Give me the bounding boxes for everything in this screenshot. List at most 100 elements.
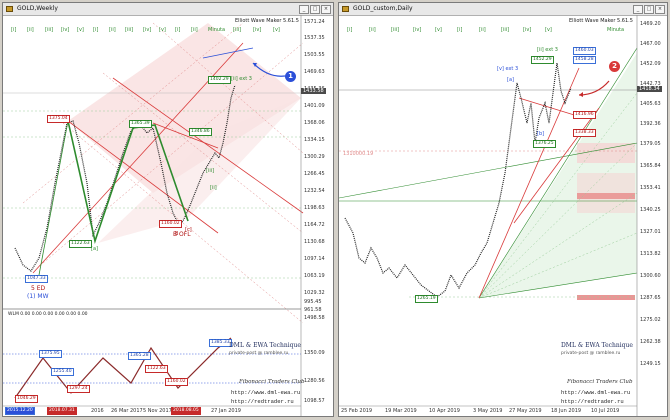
brand-url-1[interactable]: http://www.dml-ewa.ru xyxy=(231,389,300,396)
daily-chart-window[interactable]: GOLD_custom,Daily _ □ × Elliott Wave Mak… xyxy=(338,2,668,417)
sub-axis-tick: 1350.09 xyxy=(304,350,325,356)
price-tick: 1029.32 xyxy=(304,290,325,296)
brand-url-2[interactable]: http://redtrader.ru xyxy=(231,398,294,405)
current-price-marker: 1433.58 xyxy=(301,88,326,94)
time-tick: 2016 xyxy=(91,408,104,414)
time-tick: 2015.12.20 xyxy=(5,407,35,415)
wave-top-11: [i] xyxy=(175,27,181,33)
daily-brand-title: DML & EWA Technique xyxy=(561,342,633,349)
sub-indicator-zigzag xyxy=(14,337,232,399)
sub-value-e: 1122.63 xyxy=(145,365,168,373)
daily-wave-top-6: [i] xyxy=(457,27,463,33)
marker-2: 2 xyxy=(609,61,620,72)
wave-top-5: [v] xyxy=(77,27,84,33)
price-tick: 1232.54 xyxy=(304,188,325,194)
daily-wave-top-3: [iii] xyxy=(391,27,400,33)
daily-left-level: 1310000.19 xyxy=(343,151,374,157)
daily-brand-url-2[interactable]: http://redtrader.ru xyxy=(561,398,624,405)
sub-value-a: 1375.95 xyxy=(39,350,62,358)
daily-price-1458: 1458.28 xyxy=(573,56,596,64)
price-tick: 961.58 xyxy=(304,307,322,313)
daily-wave-top-7: [ii] xyxy=(479,27,486,33)
daily-minuta-label: Minuta xyxy=(607,27,625,33)
minuta-label: Minuta xyxy=(208,27,226,33)
sub-value-b: 1255.40 xyxy=(51,368,74,376)
top-price-label: 1402.29 xyxy=(208,76,231,84)
brand-script: Fibonacci Traders Club xyxy=(239,379,305,385)
daily-price-1416: 1416.96 xyxy=(573,111,596,119)
price-tick: 1571.24 xyxy=(304,19,325,25)
price-tick: 1063.19 xyxy=(304,273,325,279)
daily-price-tick: 1300.60 xyxy=(640,273,661,279)
wave-top-13: [iii] xyxy=(233,27,242,33)
daily-wave-top-5: [v] xyxy=(435,27,442,33)
weekly-indicator-label: Elliott Wave Maker 5.61.5 xyxy=(235,18,299,24)
wave-top-7: [ii] xyxy=(109,27,116,33)
daily-price-tick: 1353.41 xyxy=(640,185,661,191)
daily-wave-top-4: [iv] xyxy=(413,27,422,33)
price-tick: 1537.35 xyxy=(304,35,325,41)
daily-current-price-marker: 1418.34 xyxy=(637,86,662,92)
sub-indicator-label: WLM 0.00 0.00 0.00 0.00 0.00 0.00 xyxy=(8,312,88,317)
daily-wave-b: [b] xyxy=(537,131,545,137)
price-tick: 1198.63 xyxy=(304,205,325,211)
sub-value-f: 1046.29 xyxy=(15,395,38,403)
wave-top-15: [v] xyxy=(273,27,280,33)
daily-price-1460: 1460.03 xyxy=(573,47,596,55)
wave-top-12: [ii] xyxy=(191,27,198,33)
daily-price-1338: 1338.33 xyxy=(573,129,596,137)
daily-top-label: 1452.29 xyxy=(531,56,554,64)
price-1122: 1122.63 xyxy=(69,240,92,248)
time-tick: 2018.08.05 xyxy=(171,407,201,415)
price-tick: 1401.09 xyxy=(304,103,325,109)
wave-top-1: [i] xyxy=(11,27,17,33)
wave-a-label: [a] xyxy=(91,246,98,252)
sub-axis-tick: 1280.56 xyxy=(304,378,325,384)
marker-1: 1 xyxy=(285,71,296,82)
price-1047: 1047.33 xyxy=(25,275,48,283)
wave-iii-label: [iii] xyxy=(206,168,215,174)
daily-brand-url-1[interactable]: http://www.dml-ewa.ru xyxy=(561,389,630,396)
price-tick: 1368.06 xyxy=(304,120,325,126)
daily-price-tick: 1379.05 xyxy=(640,141,661,147)
daily-low-label: 1265.19 xyxy=(415,295,438,303)
sub-value-c: 1365.28 xyxy=(128,352,151,360)
brand-title: DML & EWA Technique xyxy=(229,342,301,349)
wave-top-3: [iii] xyxy=(45,27,54,33)
daily-wave-a: [a] xyxy=(507,77,514,83)
daily-time-tick: 10 Apr 2019 xyxy=(429,408,460,414)
daily-v-ext-label: [v] ext 3 xyxy=(497,66,519,72)
daily-price-tick: 1262.38 xyxy=(640,339,661,345)
daily-indicator-label: Elliott Wave Maker 5.61.5 xyxy=(569,18,633,24)
price-tick: 1164.72 xyxy=(304,222,325,228)
daily-price-tick: 1452.09 xyxy=(640,61,661,67)
daily-price-tick: 1392.36 xyxy=(640,121,661,127)
brand-subtitle: private-post @ ramblee.ru xyxy=(229,351,289,356)
daily-brand-script: Fibonacci Traders Club xyxy=(567,379,633,385)
time-tick: 2018.07.31 xyxy=(47,407,77,415)
time-tick: 27 Jan 2019 xyxy=(211,408,241,414)
sub-axis-tick: 1498.58 xyxy=(304,315,325,321)
daily-price-tick: 1249.15 xyxy=(640,361,661,367)
daily-price-tick: 1313.82 xyxy=(640,251,661,257)
daily-wave-top-2: [ii] xyxy=(369,27,376,33)
daily-time-tick: 19 Mar 2019 xyxy=(385,408,417,414)
daily-time-tick: 3 May 2019 xyxy=(473,408,503,414)
daily-price-1376: 1376.25 xyxy=(533,140,556,148)
daily-wave-top-8: [iii] xyxy=(501,27,510,33)
wave-top-8: [iii] xyxy=(125,27,134,33)
time-tick: 26 Mar 2017 xyxy=(111,408,143,414)
price-tick: 1097.14 xyxy=(304,256,325,262)
wave-top-6: [i] xyxy=(93,27,99,33)
price-1375: 1375.04 xyxy=(47,115,70,123)
weekly-chart-window[interactable]: GOLD,Weekly _ □ × Elliott Wave Maker 5.6… xyxy=(2,2,334,417)
price-tick: 1300.29 xyxy=(304,154,325,160)
wave-top-10: [v] xyxy=(159,27,166,33)
daily-wave-top-1: [i] xyxy=(347,27,353,33)
wave-ii-label: [ii] xyxy=(210,185,217,191)
price-tick: 1503.55 xyxy=(304,52,325,58)
daily-price-tick: 1287.65 xyxy=(640,295,661,301)
daily-time-tick: 25 Feb 2019 xyxy=(341,408,373,414)
daily-price-tick: 1405.63 xyxy=(640,101,661,107)
wave-top-14: [iv] xyxy=(253,27,262,33)
